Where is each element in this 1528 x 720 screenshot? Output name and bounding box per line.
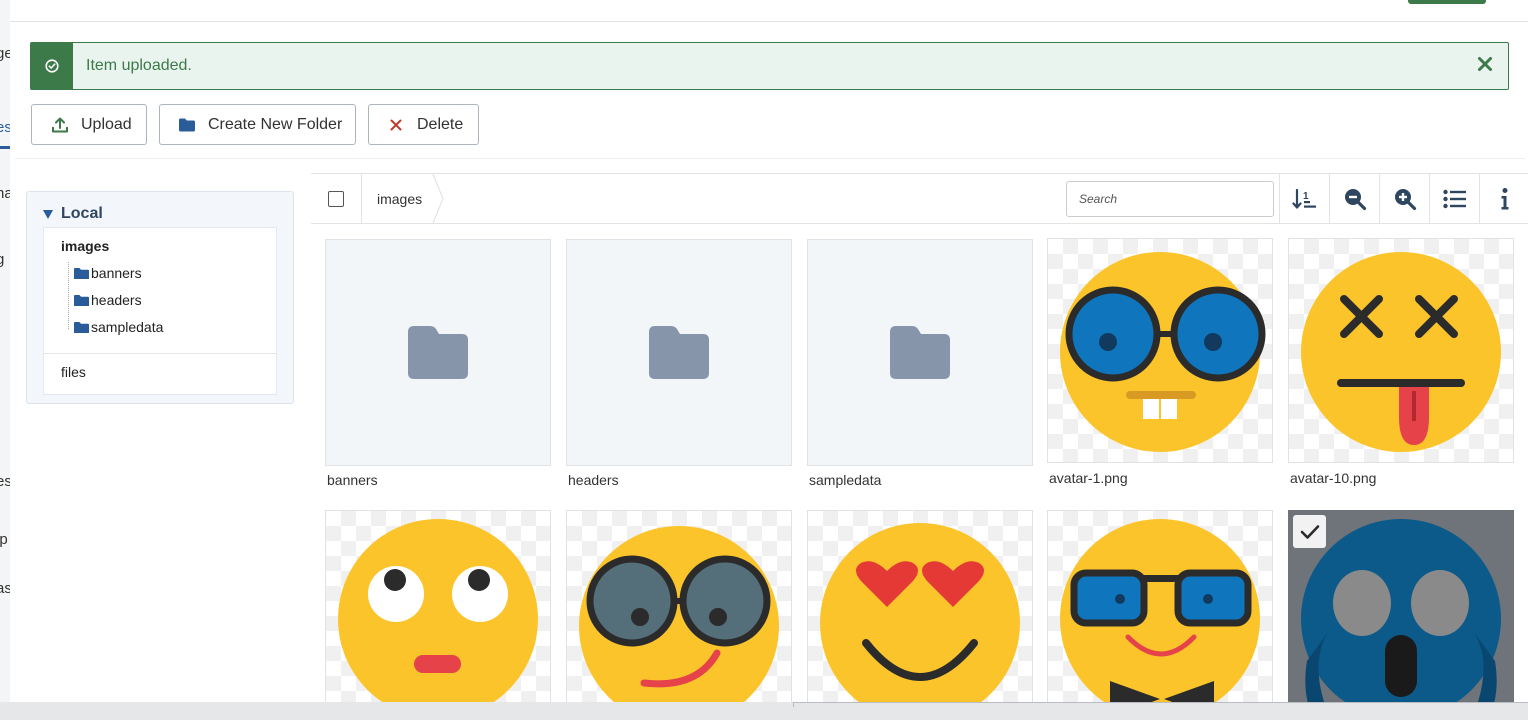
image-tile-avatar-10[interactable] (1288, 238, 1514, 463)
upload-icon (51, 116, 69, 134)
create-folder-button[interactable]: Create New Folder (159, 104, 356, 145)
selected-check-badge[interactable] (1293, 515, 1326, 548)
alert-icon-box (31, 43, 73, 89)
tree-disk-label: Local (61, 205, 103, 222)
image-tile[interactable] (325, 510, 551, 702)
tree-disk-local[interactable]: Local (43, 205, 103, 223)
tile-label: avatar-10.png (1290, 470, 1377, 486)
folder-icon (178, 116, 196, 134)
modal-top-bar (10, 0, 1528, 22)
folder-icon (890, 326, 950, 379)
checkmark-icon (1300, 524, 1319, 539)
image-tile[interactable] (1047, 510, 1273, 702)
zoom-out-button[interactable] (1330, 174, 1380, 223)
close-icon (1478, 57, 1492, 71)
breadcrumb-chevron (432, 174, 444, 223)
image-tile[interactable] (807, 510, 1033, 702)
check-circle-icon (45, 59, 59, 73)
folder-tile-headers[interactable] (566, 239, 792, 466)
info-button[interactable] (1480, 174, 1528, 223)
browser-toolbar: images 1 (311, 173, 1528, 224)
tree-item-label: banners (91, 265, 142, 281)
image-tile-selected[interactable] (1288, 510, 1514, 702)
info-icon (1501, 187, 1509, 209)
toolbar-divider (15, 158, 1525, 159)
tile-label: headers (568, 472, 619, 488)
success-alert: Item uploaded. (30, 42, 1509, 90)
delete-label: Delete (417, 115, 464, 133)
tree-item-files[interactable]: files (61, 364, 86, 380)
tree-item-images[interactable]: images (61, 238, 109, 254)
folder-tile-sampledata[interactable] (807, 239, 1033, 466)
tree-panel: images banners headers sampledata files (43, 227, 277, 395)
sort-button[interactable]: 1 (1280, 174, 1330, 223)
sunglasses-emoji-image (579, 526, 779, 702)
tree-item-headers[interactable]: headers (74, 292, 142, 308)
background-edge (793, 702, 1528, 707)
list-view-icon (1443, 189, 1466, 208)
tile-label: sampledata (809, 472, 882, 488)
folder-icon (74, 294, 89, 306)
tile-label: avatar-1.png (1049, 470, 1128, 486)
tree-item-banners[interactable]: banners (74, 265, 142, 281)
background-text: g (0, 251, 5, 268)
tree-item-sampledata[interactable]: sampledata (74, 319, 163, 335)
zoom-in-icon (1395, 188, 1417, 210)
caret-down-icon (43, 209, 53, 219)
folder-icon (649, 326, 709, 379)
svg-text:1: 1 (1303, 191, 1309, 202)
list-view-button[interactable] (1430, 174, 1480, 223)
top-action-button[interactable] (1408, 0, 1486, 4)
zoom-out-icon (1345, 188, 1367, 210)
bowtie-glasses-emoji-image (1060, 519, 1260, 702)
upload-button[interactable]: Upload (31, 104, 147, 145)
tile-label: banners (327, 472, 378, 488)
background-text: ip (0, 531, 8, 548)
dizzy-emoji-image (1301, 252, 1501, 452)
folder-icon (74, 267, 89, 279)
folder-icon (74, 321, 89, 333)
nerd-emoji-image (1060, 252, 1266, 452)
upload-label: Upload (81, 115, 132, 133)
bottom-background-strip (0, 702, 1528, 720)
folder-icon (408, 326, 468, 379)
toolbar-separator (361, 174, 362, 223)
create-folder-label: Create New Folder (208, 115, 343, 133)
delete-x-icon (387, 116, 405, 134)
tree-item-label: headers (91, 292, 142, 308)
image-tile-avatar-1[interactable] (1047, 238, 1273, 463)
select-all-checkbox[interactable] (328, 191, 344, 207)
folder-tree: Local images banners headers sampledata … (26, 191, 294, 404)
alert-message: Item uploaded. (86, 57, 192, 74)
delete-button[interactable]: Delete (368, 104, 479, 145)
tree-item-label: sampledata (91, 319, 164, 335)
search-input[interactable] (1066, 181, 1274, 217)
heart-eyes-emoji-image (820, 523, 1020, 702)
alert-close-button[interactable] (1474, 53, 1496, 75)
tree-separator (44, 353, 276, 354)
tree-guide-line (68, 262, 69, 329)
sort-icon: 1 (1292, 188, 1316, 209)
eye-roll-emoji-image (338, 519, 538, 702)
breadcrumb-images[interactable]: images (377, 191, 422, 207)
image-tile[interactable] (566, 510, 792, 702)
media-manager-modal: Item uploaded. Upload Create New Folder (10, 0, 1528, 702)
zoom-in-button[interactable] (1380, 174, 1430, 223)
folder-tile-banners[interactable] (325, 239, 551, 466)
